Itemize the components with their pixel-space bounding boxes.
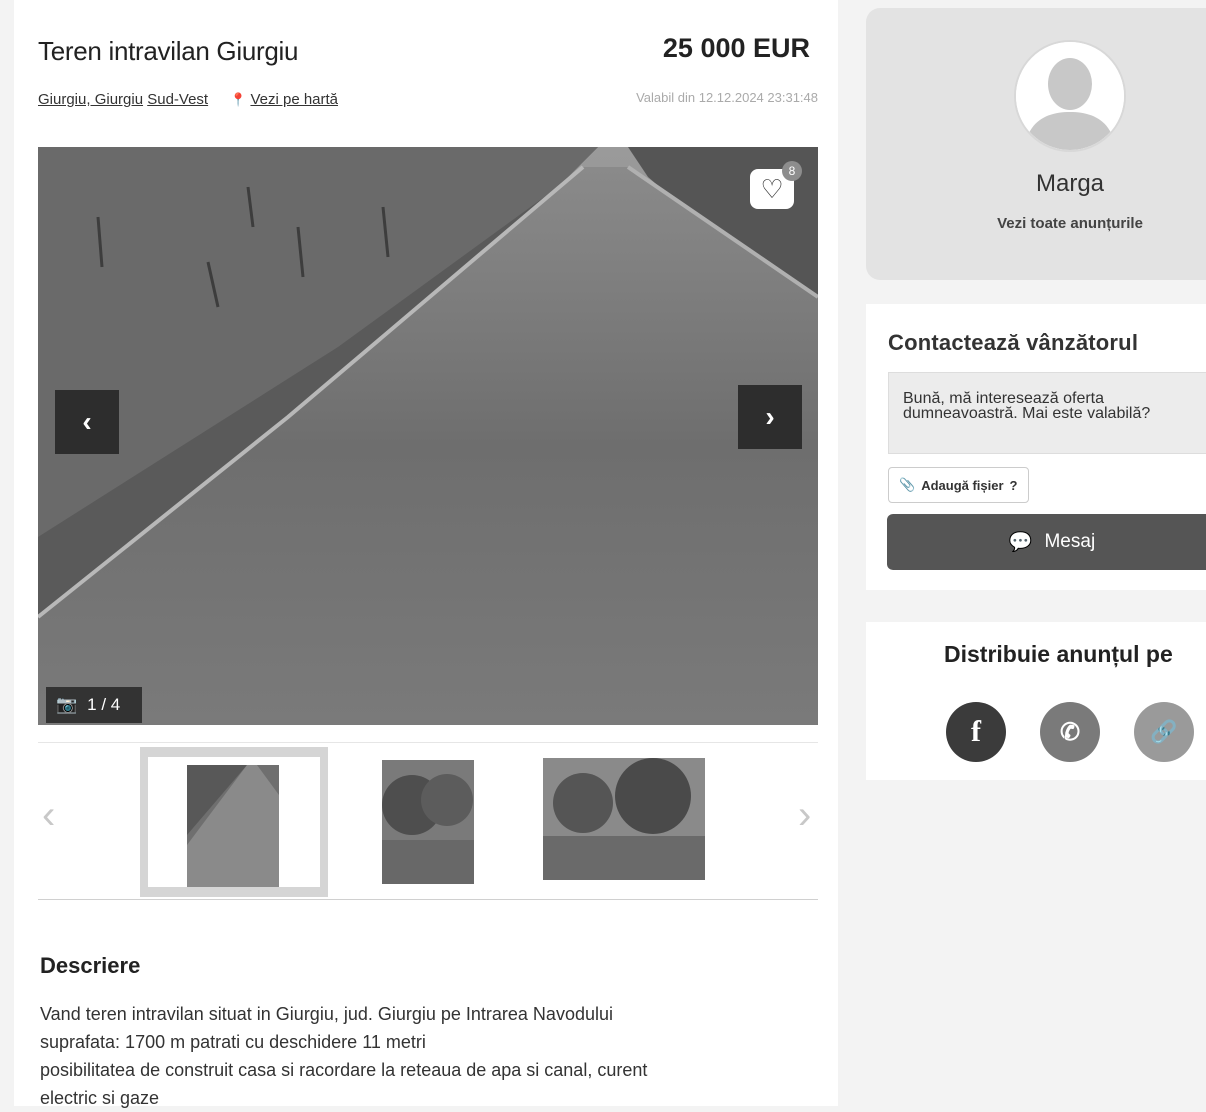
photo-counter-label: 1 / 4 [87,695,121,714]
thumbnail-strip: ‹ › [38,742,818,900]
paperclip-icon: 📎 [899,477,916,492]
help-icon[interactable]: ? [1010,478,1018,493]
location-area-link[interactable]: Sud-Vest [147,91,208,108]
attach-file-button[interactable]: 📎 Adaugă fișier ? [888,467,1029,503]
thumbnail-image [187,765,279,887]
photo-counter: 📷 1 / 4 [46,687,142,723]
main-photo [38,147,818,725]
facebook-icon[interactable]: f [946,702,1006,762]
attach-file-label: Adaugă fișier [921,477,1004,493]
thumb-next-button[interactable]: › [798,793,811,838]
gallery-next-button[interactable]: › [738,385,802,449]
seller-avatar [1014,40,1126,152]
contact-title: Contactează vânzătorul [888,330,1139,355]
map-link[interactable]: Vezi pe hartă [250,91,338,108]
description-line: electric si gaze [40,1088,160,1108]
map-pin-icon: 📍 [230,92,247,107]
share-title: Distribuie anunțul pe [944,641,1173,667]
description-body: Vand teren intravilan situat in Giurgiu,… [40,1000,800,1112]
gallery-prev-button[interactable]: ‹ [55,390,119,454]
thumbnail-3[interactable] [543,758,705,880]
seller-card [866,8,1206,280]
message-textarea[interactable]: Bună, mă interesează oferta dumneavoastr… [888,372,1206,454]
valid-since: Valabil din 12.12.2024 23:31:48 [636,90,818,105]
favorite-count: 8 [782,161,802,181]
seller-name: Marga [1035,170,1105,197]
chat-bubble-icon: 💬 [1008,532,1033,553]
send-message-label: Mesaj [1044,531,1096,552]
camera-icon: 📷 [56,695,78,714]
thumbnail-2[interactable] [382,760,474,884]
thumbnail-1[interactable] [140,747,328,897]
description-line: posibilitatea de construit casa si racor… [40,1060,648,1080]
heart-icon: ♡ [760,173,784,204]
whatsapp-icon[interactable]: ✆ [1040,702,1100,762]
listing-price: 25 000 EUR [662,33,810,63]
user-icon [1016,42,1124,150]
listing-location: Giurgiu, Giurgiu Sud-Vest 📍 Vezi pe hartă [38,90,358,109]
thumb-prev-button[interactable]: ‹ [42,793,55,838]
description-title: Descriere [40,953,141,978]
seller-all-listings-link[interactable]: Vezi toate anunțurile [960,215,1180,232]
listing-title: Teren intravilan Giurgiu [38,36,299,66]
description-line: Vand teren intravilan situat in Giurgiu,… [40,1004,613,1024]
location-city-link[interactable]: Giurgiu, Giurgiu [38,91,143,108]
favorite-button[interactable]: ♡ 8 [750,161,802,209]
send-message-button[interactable]: 💬 Mesaj [887,514,1206,570]
photo-gallery[interactable]: ♡ 8 ‹ › 📷 1 / 4 [38,147,818,725]
link-icon[interactable]: 🔗 [1134,702,1194,762]
description-line: suprafata: 1700 m patrati cu deschidere … [40,1032,426,1052]
